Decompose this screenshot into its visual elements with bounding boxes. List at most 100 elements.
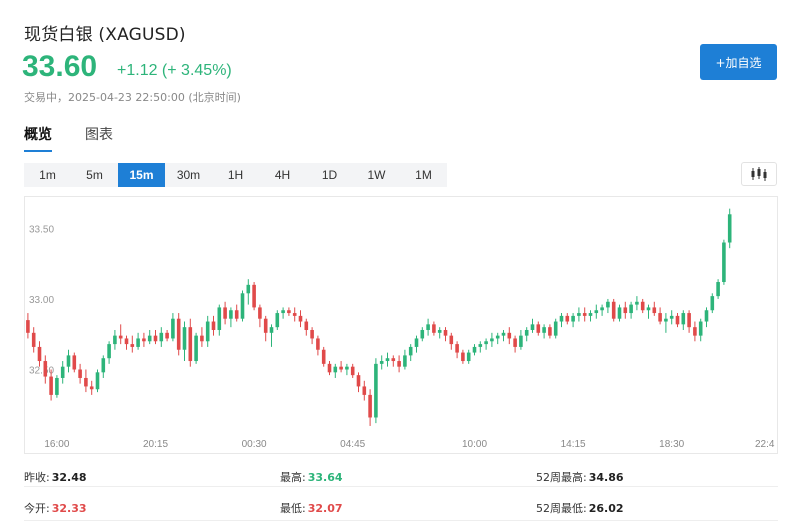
candle-body xyxy=(449,335,454,345)
candle-body xyxy=(698,321,703,336)
candle-body xyxy=(304,321,309,330)
candle-body xyxy=(153,335,158,342)
candle-body xyxy=(240,293,245,319)
candle-body xyxy=(333,366,338,373)
candle-body xyxy=(455,344,459,353)
candle-body xyxy=(350,366,355,376)
candle-body xyxy=(281,310,285,314)
candle-body xyxy=(107,344,111,359)
stat-52w-high: 52周最高: 34.86 xyxy=(536,469,624,485)
candle-body xyxy=(321,349,326,364)
interval-1d[interactable]: 1D xyxy=(306,163,353,187)
candle-body xyxy=(640,301,645,311)
tab-chart[interactable]: 图表 xyxy=(85,124,113,152)
candle-body xyxy=(223,307,227,319)
trading-status: 交易中，2025-04-23 22:50:00 (北京时间) xyxy=(24,91,241,104)
candle-body xyxy=(142,338,146,342)
interval-1m[interactable]: 1m xyxy=(24,163,71,187)
candle-body xyxy=(548,327,552,336)
candle-body xyxy=(716,282,720,297)
interval-1mo[interactable]: 1M xyxy=(400,163,447,187)
interval-15m[interactable]: 15m xyxy=(118,163,165,187)
candle-body xyxy=(420,329,425,339)
candle-body xyxy=(542,327,546,333)
interval-1h[interactable]: 1H xyxy=(212,163,259,187)
candle-body xyxy=(472,346,477,353)
y-tick-label: 33.50 xyxy=(29,224,54,235)
interval-30m[interactable]: 30m xyxy=(165,163,212,187)
candlestick-chart: 33.5033.0032.5016:00 20:15 00:30 04:45 10:00… xyxy=(26,208,775,450)
candle-body xyxy=(310,329,314,339)
candle-body xyxy=(391,358,396,362)
candle-body xyxy=(530,324,535,330)
candle-body xyxy=(31,332,36,347)
candle-body xyxy=(258,307,262,319)
stat-52w-low: 52周最低: 26.02 xyxy=(536,500,624,516)
stat-label: 今开: xyxy=(24,502,50,515)
candle-body xyxy=(687,313,691,328)
stats-divider xyxy=(24,520,778,521)
interval-4h[interactable]: 4H xyxy=(259,163,306,187)
candle-body xyxy=(287,310,291,314)
candle-body xyxy=(368,394,372,418)
candle-body xyxy=(466,352,471,362)
stat-open: 今开: 32.33 xyxy=(24,500,87,516)
candle-body xyxy=(681,313,686,325)
candle-body xyxy=(269,327,274,333)
candle-body xyxy=(101,358,106,373)
candle-body xyxy=(263,318,268,333)
candle-body xyxy=(89,386,94,390)
candle-body xyxy=(275,313,280,328)
candle-body xyxy=(727,214,732,243)
x-tick-label: 00:30 xyxy=(242,439,267,450)
candle-body xyxy=(414,338,419,347)
candle-body xyxy=(403,355,407,367)
candle-body xyxy=(200,335,204,342)
candle-body xyxy=(478,344,483,347)
candle-body xyxy=(43,361,48,377)
candle-body xyxy=(113,335,117,345)
view-tabs: 概览 图表 xyxy=(24,124,113,152)
price-chart[interactable]: 33.50 33.00 32.50 16:00 20:15 00:30 04:45 10:00… xyxy=(24,196,778,454)
chart-type-button[interactable] xyxy=(741,162,777,186)
candle-body xyxy=(211,321,216,330)
interval-1w[interactable]: 1W xyxy=(353,163,400,187)
candle-body xyxy=(513,338,517,347)
candle-body xyxy=(374,363,378,418)
candle-body xyxy=(194,335,198,362)
instrument-title: 现货白银 (XAGUSD) xyxy=(24,25,186,45)
candle-body xyxy=(437,329,442,333)
candle-body xyxy=(397,361,401,367)
candle-body xyxy=(490,338,494,342)
candle-body xyxy=(629,304,633,314)
stat-label: 52周最低: xyxy=(536,502,587,515)
stat-label: 最低: xyxy=(280,502,306,515)
candle-body xyxy=(588,313,593,316)
candle-body xyxy=(165,332,169,339)
candle-body xyxy=(188,327,193,362)
candle-body xyxy=(356,375,361,387)
candle-body xyxy=(159,332,164,342)
x-tick-label: 04:45 xyxy=(340,439,365,450)
candle-body xyxy=(519,335,523,347)
interval-5m[interactable]: 5m xyxy=(71,163,118,187)
stat-value: 33.64 xyxy=(307,471,343,484)
candle-body xyxy=(182,327,187,350)
candle-body xyxy=(559,315,564,322)
tab-overview[interactable]: 概览 xyxy=(24,124,52,152)
stat-value: 32.07 xyxy=(307,502,343,515)
stat-label: 52周最高: xyxy=(536,471,587,484)
x-tick-label: 14:15 xyxy=(561,439,586,450)
candle-body xyxy=(443,329,448,336)
stat-value: 32.33 xyxy=(51,502,87,515)
x-tick-label: 22:4 xyxy=(755,439,775,450)
candle-body xyxy=(606,301,610,308)
candle-body xyxy=(49,376,53,395)
candle-body xyxy=(623,307,628,314)
candle-body xyxy=(217,307,222,330)
candlestick-icon xyxy=(751,167,767,181)
candle-body xyxy=(565,315,570,322)
x-tick-label: 16:00 xyxy=(44,439,69,450)
add-to-watchlist-button[interactable]: +加自选 xyxy=(700,44,777,80)
candle-body xyxy=(704,310,709,322)
